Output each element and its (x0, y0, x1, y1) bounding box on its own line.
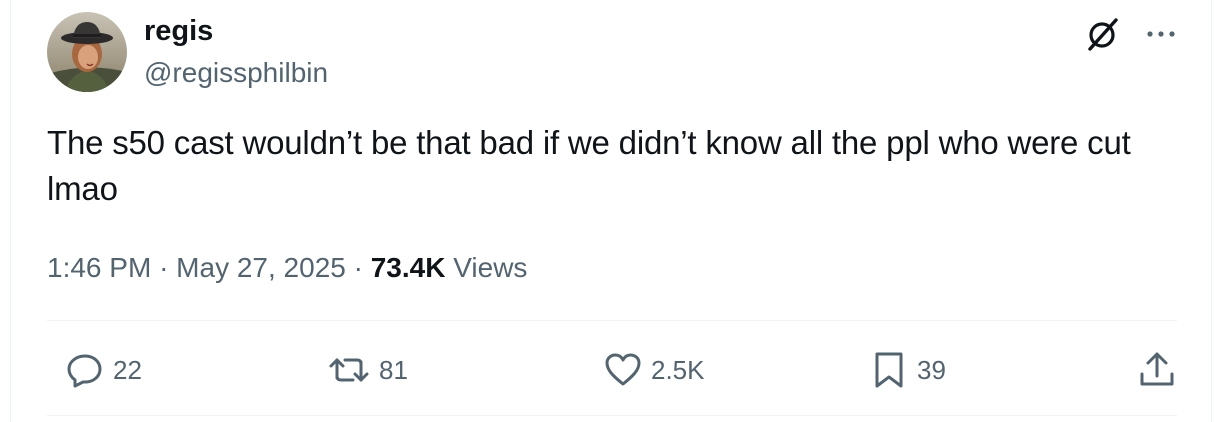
action-bar: 22 81 2.5K 39 (47, 340, 1177, 400)
tweet-date[interactable]: May 27, 2025 (176, 252, 346, 283)
tweet-metadata: 1:46 PM · May 27, 2025 · 73.4K Views (47, 248, 527, 288)
grok-icon[interactable] (1085, 16, 1121, 52)
bookmark-button[interactable]: 39 (869, 340, 946, 400)
views-label: Views (453, 252, 528, 283)
reply-button[interactable]: 22 (65, 340, 142, 400)
like-count: 2.5K (651, 354, 705, 385)
avatar[interactable] (47, 12, 127, 92)
repost-button[interactable]: 81 (327, 340, 408, 400)
repost-count: 81 (379, 354, 408, 385)
divider (47, 320, 1177, 321)
heart-icon (605, 353, 641, 386)
bookmark-icon (875, 352, 903, 388)
bookmark-count: 39 (917, 354, 946, 385)
tweet-text: The s50 cast wouldn’t be that bad if we … (47, 124, 1131, 207)
share-button[interactable] (1137, 340, 1177, 400)
user-handle[interactable]: @regissphilbin (144, 56, 328, 90)
reply-icon (67, 354, 102, 388)
tweet-time[interactable]: 1:46 PM (47, 252, 151, 283)
share-icon (1140, 352, 1174, 386)
tweet-card: regis @regissphilbin The s50 cast wouldn… (10, 0, 1212, 422)
reply-count: 22 (113, 354, 142, 385)
like-button[interactable]: 2.5K (603, 340, 705, 400)
bottom-divider (47, 415, 1177, 416)
meta-separator: · (159, 252, 177, 283)
meta-separator: · (353, 252, 371, 283)
views-count[interactable]: 73.4K (371, 252, 446, 283)
avatar-image (47, 12, 127, 92)
more-options-icon[interactable] (1143, 20, 1179, 48)
display-name[interactable]: regis (144, 14, 213, 48)
repost-icon (329, 358, 369, 382)
